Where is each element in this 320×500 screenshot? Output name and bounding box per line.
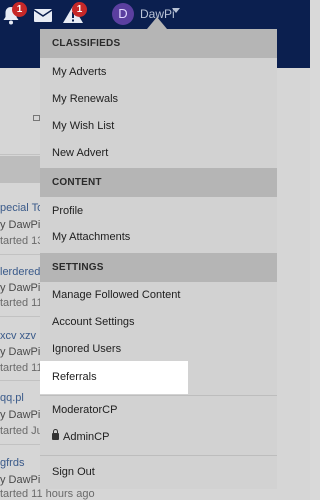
thread-title[interactable]: qq.pl: [0, 392, 24, 404]
divider: [0, 154, 42, 155]
menu-item-my-adverts[interactable]: My Adverts: [40, 59, 277, 86]
menu-item-account-settings[interactable]: Account Settings: [40, 309, 277, 336]
section-header-settings: SETTINGS: [40, 253, 277, 282]
menu-item-moderator-cp[interactable]: ModeratorCP: [40, 397, 277, 424]
avatar[interactable]: D: [112, 3, 134, 25]
divider: [0, 254, 42, 255]
alerts-badge: 1: [12, 2, 27, 17]
thread-author: y DawPi: [0, 219, 41, 231]
menu-item-my-renewals[interactable]: My Renewals: [40, 86, 277, 113]
thread-meta: tarted 11: [0, 297, 43, 309]
thread-meta: tarted Ju: [0, 425, 43, 437]
thread-title[interactable]: pecial To: [0, 202, 43, 214]
thread-author: y DawPi: [0, 346, 41, 358]
divider: [0, 444, 42, 445]
menu-divider: [40, 455, 277, 456]
thread-title[interactable]: xcv xzv: [0, 330, 36, 342]
messages-badge: 1: [72, 2, 87, 17]
thread-list-header: [0, 156, 42, 183]
filter-icon: [33, 115, 40, 121]
thread-author: y DawPi: [0, 409, 41, 421]
menu-item-profile[interactable]: Profile: [40, 198, 277, 225]
dropdown-caret-icon: [147, 17, 167, 29]
bell-icon[interactable]: 1: [0, 2, 27, 26]
thread-author: y DawPi: [0, 474, 41, 486]
menu-item-manage-followed-content[interactable]: Manage Followed Content: [40, 282, 277, 309]
thread-meta: tarted 13: [0, 235, 44, 247]
thread-meta: tarted 11: [0, 362, 43, 374]
divider: [0, 316, 42, 317]
section-header-content: CONTENT: [40, 168, 277, 197]
menu-item-new-advert[interactable]: New Advert: [40, 140, 277, 167]
admin-cp-label: AdminCP: [63, 431, 110, 443]
menu-item-sign-out[interactable]: Sign Out: [40, 459, 277, 486]
menu-divider: [40, 395, 277, 396]
menu-item-my-wish-list[interactable]: My Wish List: [40, 113, 277, 140]
section-header-classifieds: CLASSIFIEDS: [40, 29, 277, 58]
menu-item-admin-cp[interactable]: AdminCP: [40, 424, 277, 451]
menu-item-ignored-users[interactable]: Ignored Users: [40, 336, 277, 363]
thread-title[interactable]: gfrds: [0, 457, 24, 469]
thread-meta: tarted 11 hours ago: [0, 488, 95, 500]
menu-item-my-attachments[interactable]: My Attachments: [40, 224, 277, 251]
thread-author: y DawPi: [0, 282, 41, 294]
envelope-icon[interactable]: [32, 4, 54, 26]
chevron-down-icon[interactable]: [172, 8, 180, 13]
menu-item-referrals[interactable]: Referrals: [40, 361, 188, 394]
divider: [0, 380, 42, 381]
warning-icon[interactable]: 1: [62, 2, 87, 26]
lock-icon: [52, 429, 59, 440]
